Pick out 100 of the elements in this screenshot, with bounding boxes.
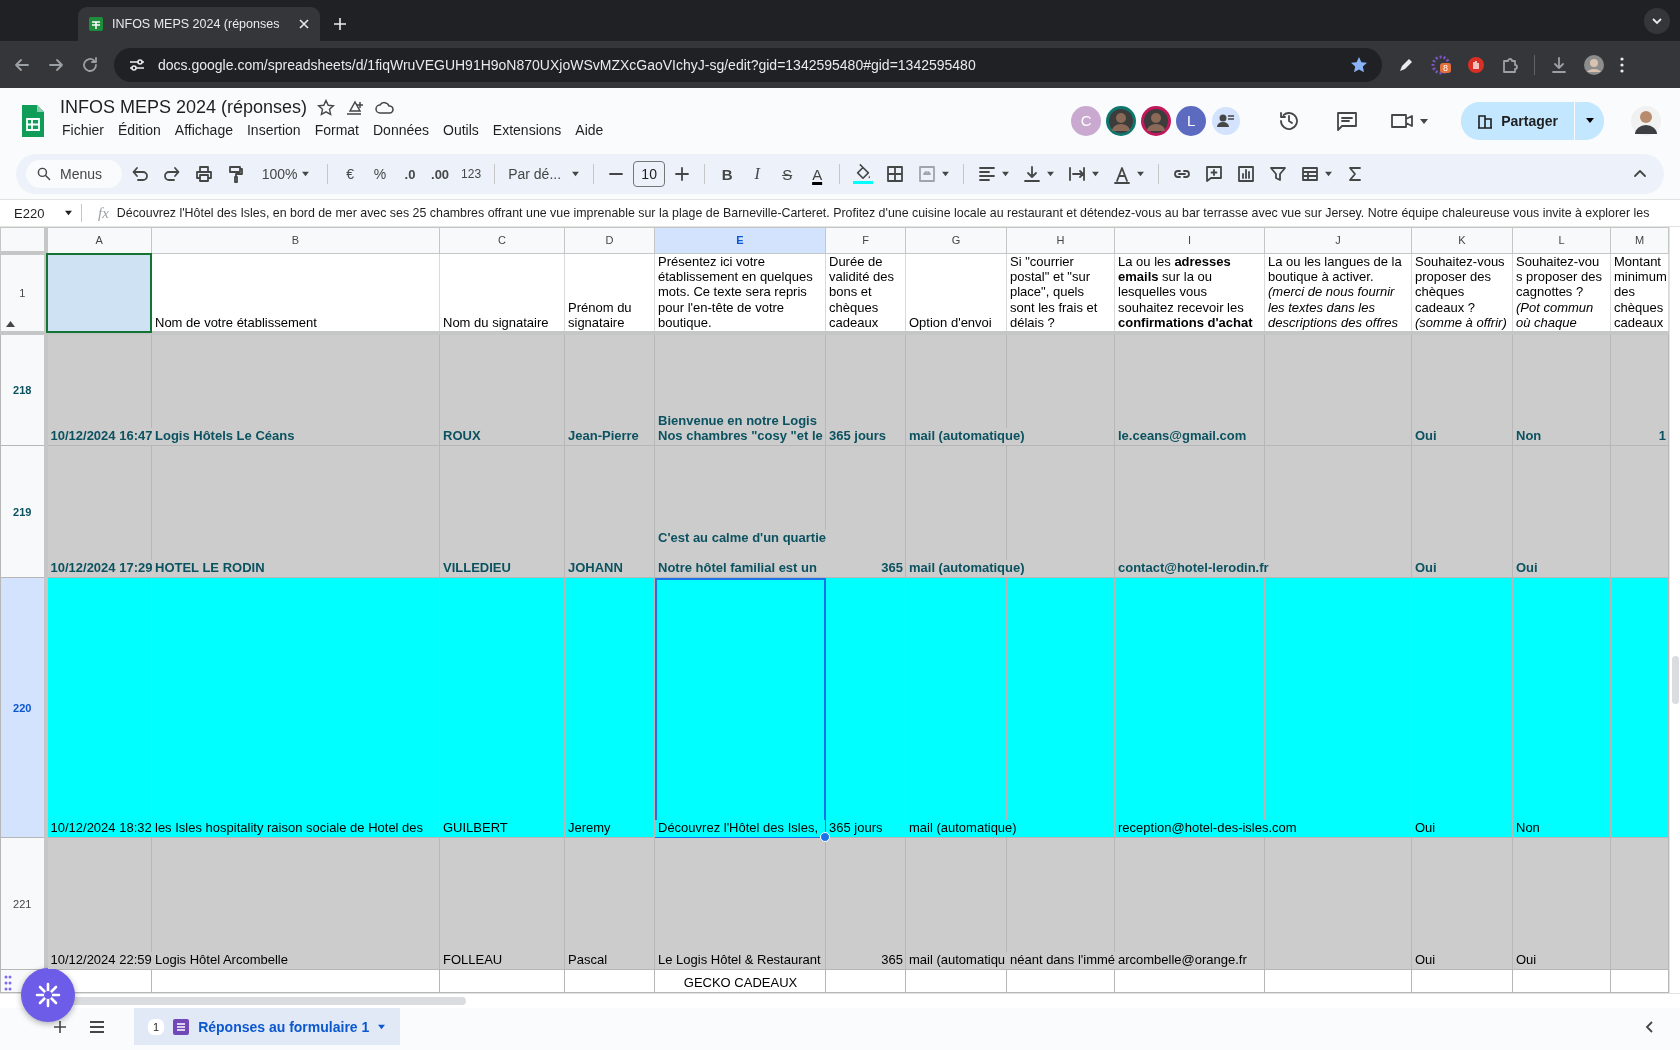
row-header[interactable]: 218: [13, 383, 32, 396]
download-icon[interactable]: [1549, 54, 1569, 75]
text-rotation-icon: [1112, 164, 1133, 184]
plus-icon[interactable]: [332, 16, 348, 32]
table-cell: 10/12/2024 18:32: [47, 820, 154, 838]
browser-tab[interactable]: INFOS MEPS 2024 (réponses: [78, 7, 320, 41]
column-header[interactable]: K: [1411, 227, 1513, 253]
column-title: Souhaitez-vous proposer des chèques cadeaux ? (somme à offrir): [1414, 253, 1508, 331]
menu-item[interactable]: Aide: [568, 120, 611, 140]
menu-item[interactable]: Édition: [111, 120, 168, 140]
formula-input[interactable]: Découvrez l'Hôtel des Isles, en bord de mer avec ses 25 chambres offrant une vue imprenable sur la plage de Barneville-Carteret. Profitez d'une cuisine locale au restaurant et détendez-vous au bar terrasse avec vue sur Jersey. Notre équipe chaleureuse vous invite à explorer les: [116, 206, 1650, 220]
column-header[interactable]: A: [45, 227, 152, 253]
column-title: Montant minimum des chèques cadeaux: [1613, 253, 1668, 331]
zoom-dropdown[interactable]: 100%: [254, 160, 319, 188]
row-header[interactable]: 1: [19, 286, 26, 299]
menu-item[interactable]: Fichier: [55, 120, 111, 140]
table-cell: Jean-Pierre: [565, 428, 654, 446]
caret-icon: [571, 171, 581, 177]
table-cell: mail (automatiqu: [906, 952, 1008, 970]
font-dropdown[interactable]: Par dé...: [504, 160, 585, 188]
column-header[interactable]: D: [564, 227, 655, 253]
hand-icon[interactable]: [1466, 54, 1486, 75]
anonymous-users-icon[interactable]: [1211, 105, 1242, 136]
column-header[interactable]: F: [825, 227, 906, 253]
row-header[interactable]: 220: [13, 701, 32, 714]
menu-item[interactable]: Format: [307, 120, 366, 140]
sheet-tab[interactable]: 1 Réponses au formulaire 1: [134, 1008, 401, 1046]
italic-button[interactable]: I: [744, 160, 771, 188]
menu-item[interactable]: Affichage: [167, 120, 240, 140]
document-title[interactable]: INFOS MEPS 2024 (réponses): [60, 97, 308, 118]
table-cell: 365 jours: [826, 428, 905, 446]
column-header[interactable]: E: [654, 227, 826, 253]
all-sheets-icon[interactable]: [88, 1018, 106, 1035]
vertical-scrollbar[interactable]: [1672, 656, 1679, 704]
column-title: La ou les adresses emails sur la ou lesquelles vous souhaitez recevoir les confirmations d'achat: [1117, 253, 1254, 331]
horizontal-align-icon: [977, 164, 998, 184]
number-format-button[interactable]: 123: [457, 160, 486, 188]
table-cell: 365 jours: [826, 820, 905, 838]
column-title: Présentez ici votre établissement en quelques mots. Ce texte sera repris pour l'en-tête de votre boutique.: [657, 253, 814, 331]
table-cell: le.ceans@gmail.com: [1115, 428, 1264, 446]
column-header[interactable]: H: [1006, 227, 1115, 253]
collaborator-avatar[interactable]: L: [1176, 105, 1207, 136]
column-header[interactable]: M: [1610, 227, 1669, 253]
currency-button[interactable]: €: [337, 160, 364, 188]
collaborator-avatar[interactable]: [1141, 105, 1172, 136]
caret-icon: [1046, 171, 1056, 177]
extension-icon[interactable]: [1430, 53, 1452, 76]
column-header[interactable]: B: [151, 227, 440, 253]
column-header[interactable]: G: [905, 227, 1007, 253]
caret-icon: [1324, 171, 1334, 177]
url-text: docs.google.com/spreadsheets/d/1fiqWruVEGUH91H9oN870UXjoWSvMZXcGaoVIchyJ-sg/edit?gid=1342595480#gid=1342595480: [158, 56, 977, 73]
address-bar[interactable]: docs.google.com/spreadsheets/d/1fiqWruVEGUH91H9oN870UXjoWSvMZXcGaoVIchyJ-sg/edit?gid=1342595480#gid=1342595480: [114, 47, 1382, 82]
column-header[interactable]: I: [1114, 227, 1265, 253]
add-sheet-icon[interactable]: [52, 1018, 68, 1035]
strikethrough-button[interactable]: S: [774, 160, 801, 188]
reload-icon[interactable]: [80, 54, 100, 75]
table-cell: mail (automatique): [906, 428, 1027, 446]
plus-icon: [675, 167, 690, 181]
freeze-handle-icon[interactable]: [6, 320, 15, 327]
column-title: Si "courrier postal" et "sur place", quels sont les frais et délais ?: [1009, 253, 1099, 331]
decrease-decimals-button[interactable]: .0: [397, 160, 424, 188]
star-icon[interactable]: [1350, 55, 1368, 74]
tab-search-button[interactable]: [1644, 8, 1670, 34]
increase-decimals-button[interactable]: .00: [427, 160, 454, 188]
star-icon[interactable]: [317, 98, 336, 117]
cloud-icon[interactable]: [375, 99, 396, 116]
collaborator-avatar[interactable]: [1106, 105, 1137, 136]
collaborator-cursor-cell[interactable]: [45, 253, 152, 333]
table-cell: Oui: [1412, 428, 1512, 446]
column-header[interactable]: J: [1264, 227, 1412, 253]
text-color-button[interactable]: A: [804, 160, 831, 188]
borders-icon: [885, 164, 906, 184]
tab-title: INFOS MEPS 2024 (réponses: [112, 17, 281, 31]
row-header[interactable]: 221: [13, 897, 32, 910]
column-header[interactable]: L: [1512, 227, 1611, 253]
bold-button[interactable]: B: [714, 160, 741, 188]
close-icon[interactable]: [298, 18, 310, 30]
column-header[interactable]: C: [439, 227, 565, 253]
text-wrapping-icon: [1067, 164, 1088, 184]
chevron-down-icon: [1651, 15, 1663, 27]
caret-icon: [1584, 117, 1595, 124]
building-icon: [1477, 112, 1494, 129]
table-cell: reception@hotel-des-isles.com: [1115, 820, 1299, 838]
menu-item[interactable]: Données: [366, 120, 437, 140]
profile-avatar-icon[interactable]: [1583, 53, 1605, 76]
row-header[interactable]: 219: [13, 505, 32, 518]
table-cell: mail (automatique): [906, 560, 1027, 578]
caret-icon: [1136, 171, 1146, 177]
drag-handle-icon[interactable]: [4, 975, 12, 992]
name-box[interactable]: E220: [0, 204, 82, 222]
account-avatar-icon[interactable]: [1630, 104, 1662, 137]
menu-item[interactable]: Outils: [436, 120, 486, 140]
menu-search-field[interactable]: Menus: [26, 160, 123, 188]
menu-item[interactable]: Extensions: [485, 120, 569, 140]
font-size-field[interactable]: 10: [633, 161, 666, 187]
form-icon: [172, 1017, 191, 1036]
percent-button[interactable]: %: [367, 160, 394, 188]
menu-item[interactable]: Insertion: [239, 120, 308, 140]
table-cell: FOLLEAU: [440, 952, 564, 970]
insert-comment-icon: [1204, 164, 1225, 184]
